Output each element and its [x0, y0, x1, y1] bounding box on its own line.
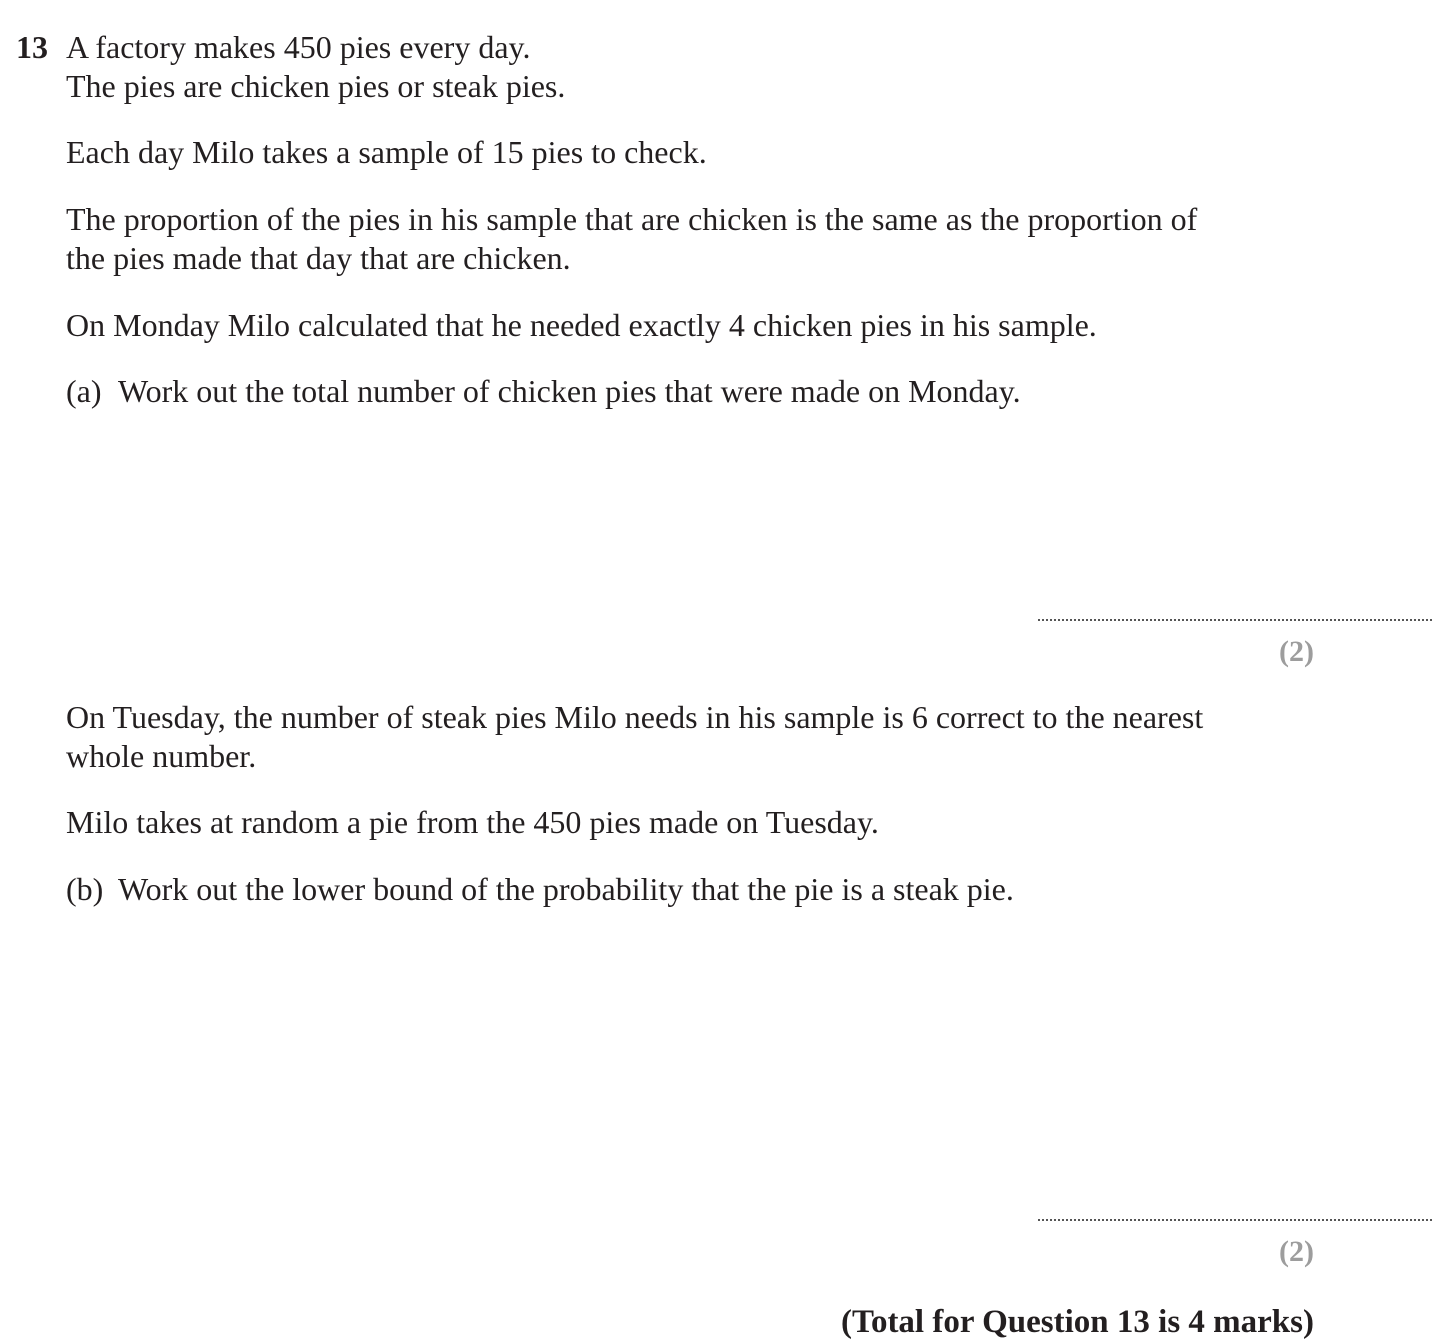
intro-line-2: The pies are chicken pies or steak pies.: [66, 68, 566, 104]
part-a-question: (a) Work out the total number of chicken …: [66, 372, 1021, 411]
intro-line-3: Each day Milo takes a sample of 15 pies …: [66, 134, 707, 170]
answer-line-a[interactable]: [1038, 619, 1432, 621]
part-b-intro-line-3: Milo takes at random a pie from the 450 …: [66, 804, 879, 840]
question-number: 13: [16, 29, 48, 65]
intro-line-4: The proportion of the pies in his sample…: [66, 201, 1198, 237]
part-b-label: (b): [66, 871, 104, 907]
answer-line-b[interactable]: [1038, 1219, 1432, 1221]
intro-line-6: On Monday Milo calculated that he needed…: [66, 307, 1097, 343]
part-b-text: Work out the lower bound of the probabil…: [118, 871, 1014, 907]
part-a-text: Work out the total number of chicken pie…: [118, 373, 1021, 409]
intro-line-5: the pies made that day that are chicken.: [66, 240, 571, 276]
total-marks: (Total for Question 13 is 4 marks): [840, 1304, 1314, 1340]
marks-b: (2): [1279, 1235, 1314, 1268]
part-b-question: (b) Work out the lower bound of the proba…: [66, 870, 1014, 909]
intro-line-1: A factory makes 450 pies every day.: [66, 29, 531, 65]
marks-a: (2): [1279, 635, 1314, 668]
part-b-intro-line-2: whole number.: [66, 738, 257, 774]
part-a-label: (a): [66, 373, 102, 409]
part-b-intro-line-1: On Tuesday, the number of steak pies Mil…: [66, 699, 1204, 735]
